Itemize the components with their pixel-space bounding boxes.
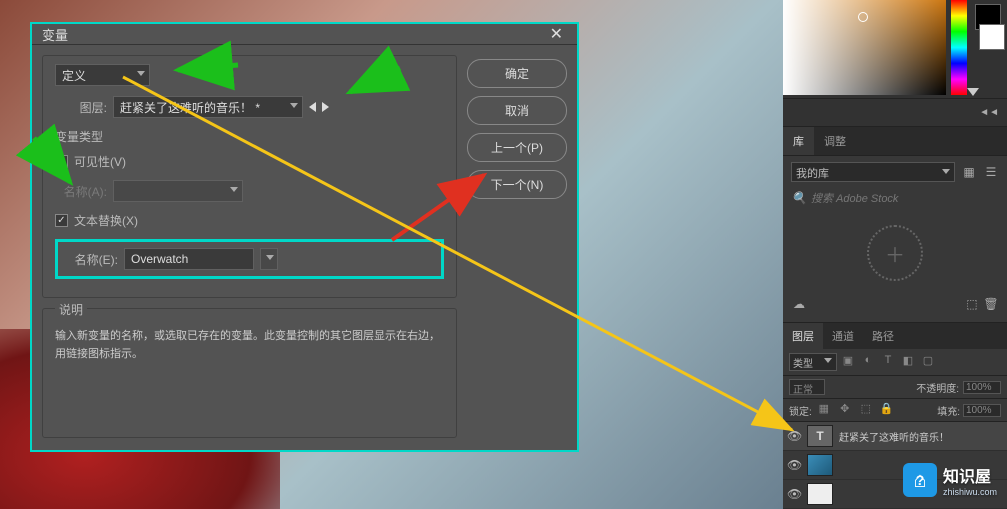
collapse-icon: ◄◄ bbox=[979, 107, 999, 118]
lock-position-icon[interactable]: ✥ bbox=[836, 402, 854, 418]
visibility-eye-icon[interactable]: 👁 bbox=[787, 487, 801, 501]
chevron-down-icon bbox=[942, 169, 950, 174]
library-panel: 我的库 ▦ ☰ 🔍 搜索 Adobe Stock ＋ ☁ ⬚ 🗑 bbox=[783, 156, 1007, 323]
filter-smart-icon[interactable]: ▢ bbox=[919, 354, 937, 370]
upload-icon[interactable]: ⬚ bbox=[964, 296, 980, 312]
tab-channels[interactable]: 通道 bbox=[823, 323, 863, 349]
right-sidebar: ◄◄ 库 调整 我的库 ▦ ☰ 🔍 搜索 Adobe Stock ＋ ☁ ⬚ 🗑 bbox=[783, 0, 1007, 509]
chevron-down-icon bbox=[824, 358, 832, 363]
lock-pixels-icon[interactable]: ▦ bbox=[815, 402, 833, 418]
filter-kind-select[interactable]: 类型 bbox=[789, 353, 837, 371]
layer-name[interactable]: 赶紧关了这难听的音乐！ bbox=[839, 429, 949, 444]
name-e-input[interactable] bbox=[124, 248, 254, 270]
ok-button[interactable]: 确定 bbox=[467, 59, 567, 88]
filter-shape-icon[interactable]: ◧ bbox=[899, 354, 917, 370]
prev-layer-icon[interactable] bbox=[309, 102, 316, 112]
next-layer-icon[interactable] bbox=[322, 102, 329, 112]
watermark: ? 知识屋 zhishiwu.com bbox=[903, 463, 997, 497]
layer-filter-row: 类型 ▣ ◐ T ◧ ▢ bbox=[783, 349, 1007, 376]
close-icon[interactable]: ✕ bbox=[546, 24, 567, 44]
brand-icon: ? bbox=[903, 463, 937, 497]
list-view-icon[interactable]: ☰ bbox=[983, 164, 999, 180]
desc-title: 说明 bbox=[55, 301, 87, 318]
filter-text-icon[interactable]: T bbox=[879, 354, 897, 370]
brand-url: zhishiwu.com bbox=[943, 487, 997, 497]
blend-mode-select[interactable]: 正常 bbox=[789, 379, 825, 395]
color-cursor-icon bbox=[858, 12, 868, 22]
background-swatch[interactable] bbox=[979, 24, 1005, 50]
chevron-down-icon bbox=[266, 255, 274, 260]
layer-thumb-bg bbox=[807, 483, 833, 505]
filter-image-icon[interactable]: ▣ bbox=[839, 354, 857, 370]
lock-artboard-icon[interactable]: ⬚ bbox=[857, 402, 875, 418]
chevron-down-icon bbox=[290, 103, 298, 108]
color-field[interactable] bbox=[783, 0, 946, 95]
next-button[interactable]: 下一个(N) bbox=[467, 170, 567, 199]
panel-collapse-bar[interactable]: ◄◄ bbox=[783, 99, 1007, 127]
trash-icon[interactable]: 🗑 bbox=[983, 296, 999, 312]
visibility-eye-icon[interactable]: 👁 bbox=[787, 429, 801, 443]
name-e-dropdown[interactable] bbox=[260, 248, 278, 270]
textreplace-label: 文本替换(X) bbox=[74, 212, 138, 229]
hue-slider[interactable] bbox=[951, 0, 967, 95]
layer-label: 图层: bbox=[55, 99, 107, 116]
opacity-value[interactable]: 100% bbox=[963, 381, 1001, 394]
color-picker-panel[interactable] bbox=[783, 0, 1007, 99]
layer-select[interactable]: 赶紧关了这难听的音乐！ * bbox=[113, 96, 303, 118]
cloud-icon[interactable]: ☁ bbox=[791, 296, 807, 312]
filter-adjust-icon[interactable]: ◐ bbox=[859, 354, 877, 370]
opacity-label: 不透明度: bbox=[916, 380, 959, 395]
layer-item[interactable]: 👁 T 赶紧关了这难听的音乐！ bbox=[783, 422, 1007, 451]
layer-thumb-text: T bbox=[807, 425, 833, 447]
chevron-down-icon bbox=[230, 187, 238, 192]
cancel-button[interactable]: 取消 bbox=[467, 96, 567, 125]
define-select[interactable]: 定义 bbox=[55, 64, 150, 86]
name-a-select bbox=[113, 180, 243, 202]
tab-adjustments[interactable]: 调整 bbox=[814, 127, 856, 155]
chevron-down-icon bbox=[137, 71, 145, 76]
fill-label: 填充: bbox=[937, 403, 960, 418]
dialog-title: 变量 bbox=[42, 25, 68, 44]
visibility-checkbox[interactable] bbox=[55, 155, 68, 168]
dialog-titlebar: 变量 ✕ bbox=[32, 24, 577, 45]
variables-dialog: 变量 ✕ 定义 图层: 赶紧关了这难听的音乐！ * 变量类型 bbox=[30, 22, 579, 452]
triangle-icon bbox=[967, 88, 979, 96]
tab-paths[interactable]: 路径 bbox=[863, 323, 903, 349]
name-e-label: 名称(E): bbox=[66, 251, 118, 268]
tab-library[interactable]: 库 bbox=[783, 127, 814, 155]
name-a-label: 名称(A): bbox=[55, 183, 107, 200]
vartype-label: 变量类型 bbox=[55, 128, 444, 145]
lock-all-icon[interactable]: 🔒 bbox=[878, 402, 896, 418]
visibility-eye-icon[interactable]: 👁 bbox=[787, 458, 801, 472]
prev-button[interactable]: 上一个(P) bbox=[467, 133, 567, 162]
desc-text: 输入新变量的名称，或选取已存在的变量。此变量控制的其它图层显示在右边，用链接图标… bbox=[55, 328, 444, 363]
search-icon: 🔍 bbox=[791, 190, 807, 206]
add-icon: ＋ bbox=[867, 225, 923, 281]
brand-name: 知识屋 bbox=[943, 469, 991, 486]
lib-tabs: 库 调整 bbox=[783, 127, 1007, 156]
library-select[interactable]: 我的库 bbox=[791, 162, 955, 182]
layer-thumb-image bbox=[807, 454, 833, 476]
tab-layers[interactable]: 图层 bbox=[783, 323, 823, 349]
visibility-label: 可见性(V) bbox=[74, 153, 126, 170]
drop-zone[interactable]: ＋ bbox=[791, 214, 999, 292]
textreplace-checkbox[interactable] bbox=[55, 214, 68, 227]
fill-value[interactable]: 100% bbox=[963, 404, 1001, 417]
grid-view-icon[interactable]: ▦ bbox=[961, 164, 977, 180]
stock-search[interactable]: 🔍 搜索 Adobe Stock bbox=[791, 186, 999, 210]
highlight-box: 名称(E): bbox=[55, 239, 444, 279]
lock-label: 锁定: bbox=[789, 403, 812, 418]
